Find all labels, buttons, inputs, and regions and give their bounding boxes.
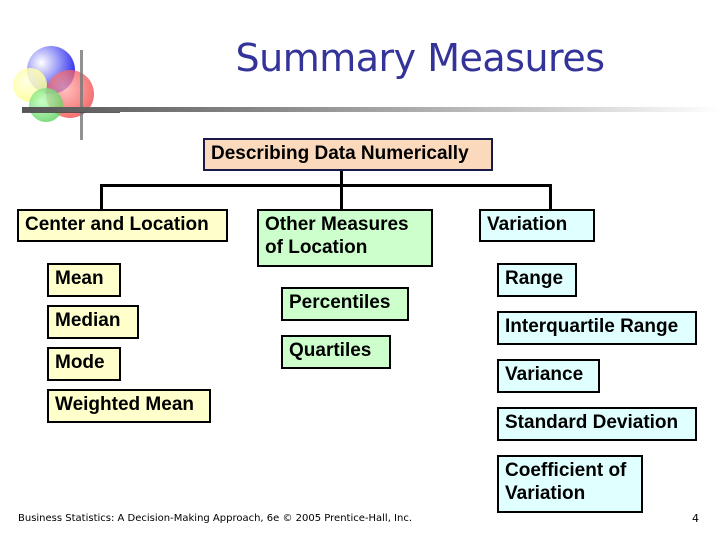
connector-horizontal: [100, 184, 552, 187]
page-number: 4: [692, 512, 699, 525]
node-coefficient-line1: Coefficient of: [505, 460, 627, 481]
node-interquartile-range: Interquartile Range: [497, 311, 697, 345]
connector-right-drop: [549, 184, 552, 210]
slide-title: Summary Measures: [235, 36, 605, 80]
node-mean: Mean: [47, 263, 121, 297]
root-node: Describing Data Numerically: [203, 138, 493, 171]
title-underline-bar: [22, 107, 720, 112]
node-standard-deviation: Standard Deviation: [497, 407, 697, 441]
node-mode: Mode: [47, 347, 121, 381]
node-weighted-mean: Weighted Mean: [47, 389, 211, 423]
connector-middle-drop: [340, 184, 343, 210]
branch-other-measures-location: Other Measures of Location: [257, 209, 433, 267]
branch-other-measures-line2: of Location: [265, 237, 368, 258]
branch-variation: Variation: [479, 209, 595, 242]
connector-left-drop: [100, 184, 103, 210]
slide-footer: Business Statistics: A Decision-Making A…: [18, 513, 413, 524]
node-variance: Variance: [497, 359, 600, 393]
branch-center-location: Center and Location: [17, 209, 228, 242]
overlapping-circles-logo-icon: [13, 46, 120, 140]
node-percentiles: Percentiles: [281, 287, 409, 321]
branch-other-measures-line1: Other Measures: [265, 214, 409, 235]
node-quartiles: Quartiles: [281, 335, 391, 369]
node-coefficient-line2: Variation: [505, 483, 586, 504]
node-median: Median: [47, 305, 139, 339]
node-range: Range: [497, 263, 577, 297]
node-coefficient-of-variation: Coefficient of Variation: [497, 455, 643, 513]
